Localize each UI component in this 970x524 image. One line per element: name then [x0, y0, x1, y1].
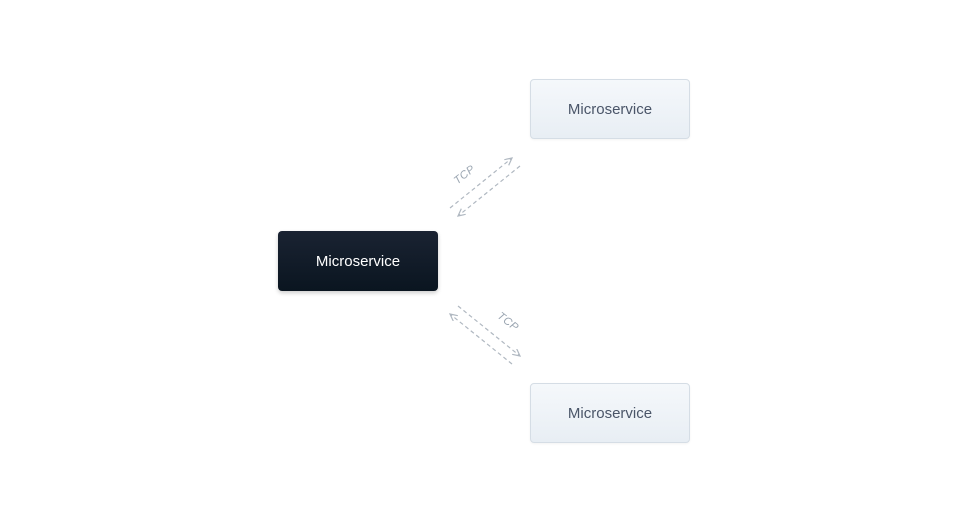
microservice-node-central: Microservice	[278, 231, 438, 291]
connector-bottom	[440, 302, 530, 372]
node-label: Microservice	[568, 101, 652, 118]
node-label: Microservice	[316, 253, 400, 270]
node-label: Microservice	[568, 405, 652, 422]
connector-top	[440, 150, 530, 220]
microservice-node-bottom-right: Microservice	[530, 383, 690, 443]
microservice-node-top-right: Microservice	[530, 79, 690, 139]
